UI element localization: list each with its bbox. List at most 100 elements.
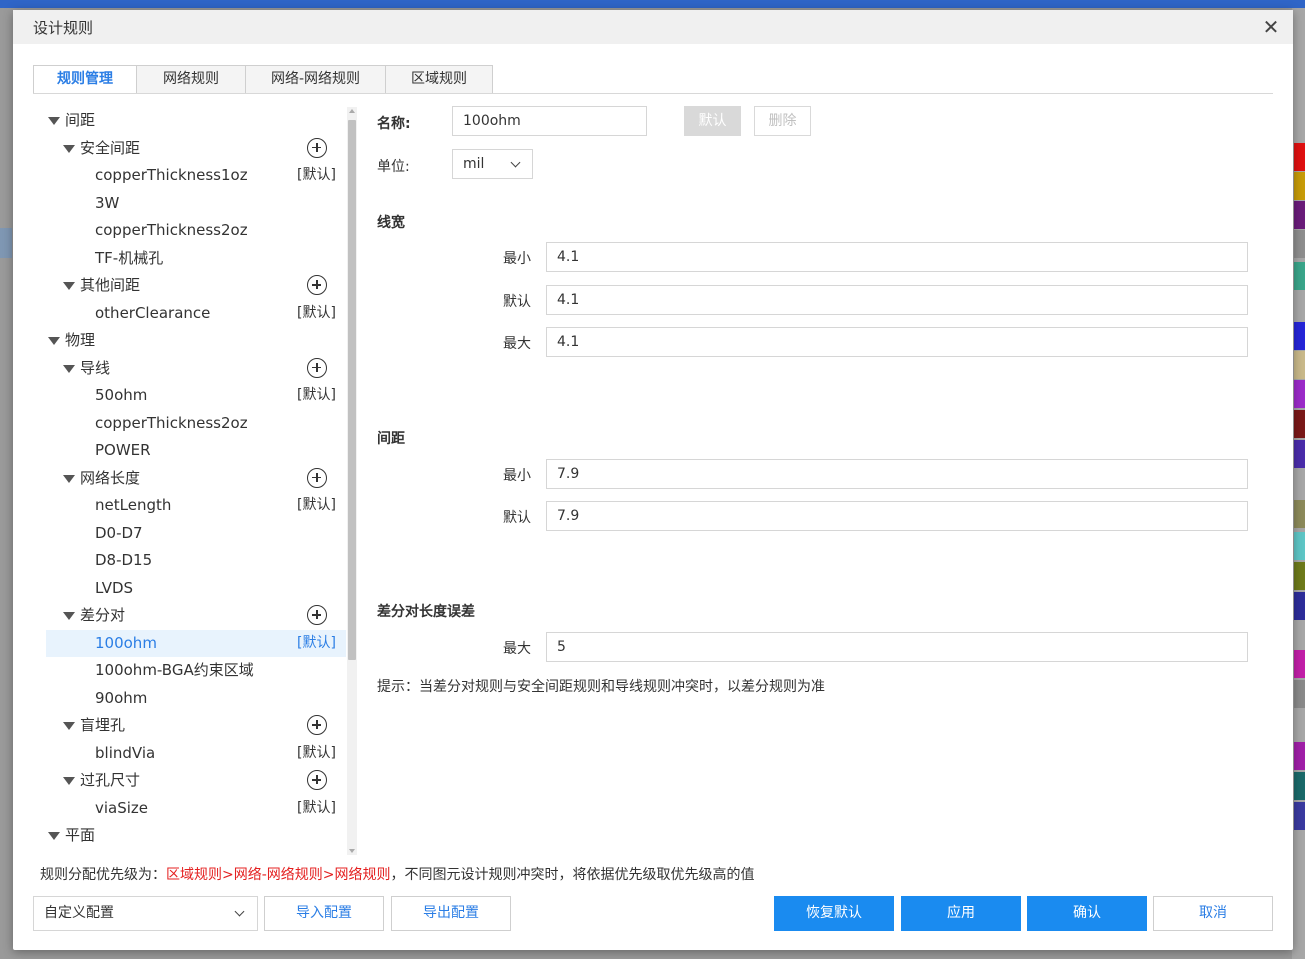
tree-item-label: copperThickness2oz — [95, 221, 248, 239]
tree-rule-item[interactable]: blindVia [默认] — [46, 740, 346, 767]
add-rule-plus-icon[interactable] — [307, 770, 327, 790]
caret-down-icon[interactable] — [63, 474, 75, 483]
config-select[interactable]: 自定义配置 — [33, 896, 258, 931]
line-width-default-input[interactable] — [546, 285, 1248, 315]
delete-button[interactable]: 删除 — [754, 106, 811, 136]
tree-rule-item[interactable]: TF-机械孔 — [46, 245, 346, 272]
priority-note: 规则分配优先级为：区域规则>网络-网络规则>网络规则，不同图元设计规则冲突时，将… — [40, 864, 755, 884]
restore-default-button[interactable]: 恢复默认 — [774, 896, 894, 931]
cancel-button[interactable]: 取消 — [1153, 896, 1273, 931]
tree-item-label: 50ohm — [95, 386, 148, 404]
scroll-down-arrow-icon[interactable] — [349, 849, 355, 853]
tree-category[interactable]: 间距 — [46, 107, 346, 134]
layer-color-swatch — [1294, 380, 1305, 408]
tree-category[interactable]: 平面 — [46, 822, 346, 849]
design-rules-dialog: 设计规则 ✕ 规则管理 网络规则 网络-网络规则 区域规则 间距 安全间距 copp… — [13, 10, 1293, 950]
layer-color-swatch — [1294, 802, 1305, 830]
layer-color-swatch — [1294, 410, 1305, 438]
spacing-min-input[interactable] — [546, 459, 1248, 489]
tree-group[interactable]: 其他间距 — [46, 272, 346, 299]
tree-rule-item[interactable]: D8-D15 — [46, 547, 346, 574]
tree-item-label: otherClearance — [95, 303, 211, 322]
caret-down-icon[interactable] — [63, 282, 75, 290]
tree-group[interactable]: 网络长度 — [46, 465, 346, 492]
diff-length-title: 差分对长度误差 — [377, 604, 475, 620]
scroll-up-arrow-icon[interactable] — [349, 109, 355, 113]
priority-order: 区域规则>网络-网络规则>网络规则 — [166, 867, 391, 883]
tree-item-label: 间距 — [65, 111, 96, 129]
tab-region-rules[interactable]: 区域规则 — [386, 65, 493, 94]
confirm-button[interactable]: 确认 — [1027, 896, 1147, 931]
line-width-min-label: 最小 — [503, 251, 531, 267]
tree-rule-item[interactable]: D0-D7 — [46, 520, 346, 547]
app-top-bar — [0, 0, 1305, 8]
add-rule-plus-icon[interactable] — [307, 357, 327, 378]
tree-rule-item[interactable]: 90ohm — [46, 685, 346, 712]
caret-down-icon[interactable] — [63, 722, 75, 730]
diff-length-max-input[interactable] — [546, 632, 1248, 662]
tree-item-label: 平面 — [65, 826, 96, 844]
caret-down-icon[interactable] — [63, 777, 75, 785]
add-rule-plus-icon[interactable] — [307, 137, 327, 158]
layer-color-swatch — [1294, 143, 1305, 171]
tree-rule-item[interactable]: 100ohm [默认] — [46, 629, 346, 657]
tree-item-label: copperThickness2oz — [95, 413, 248, 432]
tree-item-label: netLength — [95, 496, 172, 514]
import-config-button[interactable]: 导入配置 — [264, 896, 384, 931]
add-rule-plus-icon[interactable] — [307, 467, 327, 488]
rule-name-input[interactable] — [452, 106, 647, 136]
layer-color-swatch — [1294, 772, 1305, 800]
tab-rule-management[interactable]: 规则管理 — [33, 65, 137, 94]
line-width-min-input[interactable] — [546, 242, 1248, 272]
caret-down-icon[interactable] — [63, 144, 75, 153]
tree-rule-item[interactable]: 3W — [46, 190, 346, 217]
tree-rule-item[interactable]: copperThickness1oz [默认] — [46, 162, 346, 189]
tree-rule-item[interactable]: netLength [默认] — [46, 492, 346, 519]
export-config-button[interactable]: 导出配置 — [391, 896, 511, 931]
unit-select-value: mil — [463, 156, 485, 172]
tree-item-label: viaSize — [95, 798, 149, 817]
tree-rule-item[interactable]: viaSize [默认] — [46, 795, 346, 822]
tree-rule-item[interactable]: 100ohm-BGA约束区域 — [46, 657, 346, 684]
scroll-thumb[interactable] — [348, 120, 356, 660]
caret-down-icon[interactable] — [63, 364, 75, 373]
tree-scrollbar[interactable] — [347, 107, 357, 855]
priority-suffix: ，不同图元设计规则冲突时，将依据优先级取优先级高的值 — [390, 867, 755, 883]
tree-item-label: 物理 — [65, 331, 96, 349]
tree-rule-item[interactable]: 50ohm [默认] — [46, 382, 346, 409]
spacing-title: 间距 — [377, 431, 405, 447]
layer-color-swatch — [1294, 562, 1305, 590]
tree-rule-item[interactable]: copperThickness2oz — [46, 217, 346, 244]
add-rule-plus-icon[interactable] — [307, 715, 327, 735]
caret-down-icon[interactable] — [48, 832, 60, 840]
default-tag: [默认] — [297, 304, 336, 321]
unit-select[interactable]: mil — [452, 149, 533, 179]
tree-rule-item[interactable]: LVDS — [46, 575, 346, 602]
default-button[interactable]: 默认 — [684, 106, 741, 136]
line-width-max-input[interactable] — [546, 327, 1248, 357]
close-icon[interactable]: ✕ — [1261, 17, 1281, 37]
tab-net-rules[interactable]: 网络规则 — [137, 65, 246, 94]
tree-rule-item[interactable]: otherClearance [默认] — [46, 300, 346, 327]
spacing-default-input[interactable] — [546, 501, 1248, 531]
tree-group[interactable]: 差分对 — [46, 602, 346, 629]
tree-group[interactable]: 过孔尺寸 — [46, 767, 346, 794]
add-rule-plus-icon[interactable] — [307, 605, 327, 625]
tab-net-to-net-rules[interactable]: 网络-网络规则 — [246, 65, 386, 94]
caret-down-icon[interactable] — [48, 337, 60, 345]
tree-group[interactable]: 导线 — [46, 355, 346, 382]
add-rule-plus-icon[interactable] — [307, 275, 327, 295]
caret-down-icon[interactable] — [48, 117, 60, 125]
tree-rule-item[interactable]: POWER — [46, 437, 346, 464]
tree-rule-item[interactable]: copperThickness2oz — [46, 410, 346, 437]
caret-down-icon[interactable] — [63, 612, 75, 620]
tree-group[interactable]: 盲埋孔 — [46, 712, 346, 739]
layer-color-swatch — [1294, 532, 1305, 560]
tree-item-label: 90ohm — [95, 688, 148, 707]
apply-button[interactable]: 应用 — [901, 896, 1021, 931]
tree-item-label: 盲埋孔 — [80, 716, 126, 734]
default-tag: [默认] — [297, 497, 336, 513]
layer-color-swatch — [1294, 650, 1305, 678]
tree-group[interactable]: 安全间距 — [46, 135, 346, 162]
tree-category[interactable]: 物理 — [46, 327, 346, 354]
